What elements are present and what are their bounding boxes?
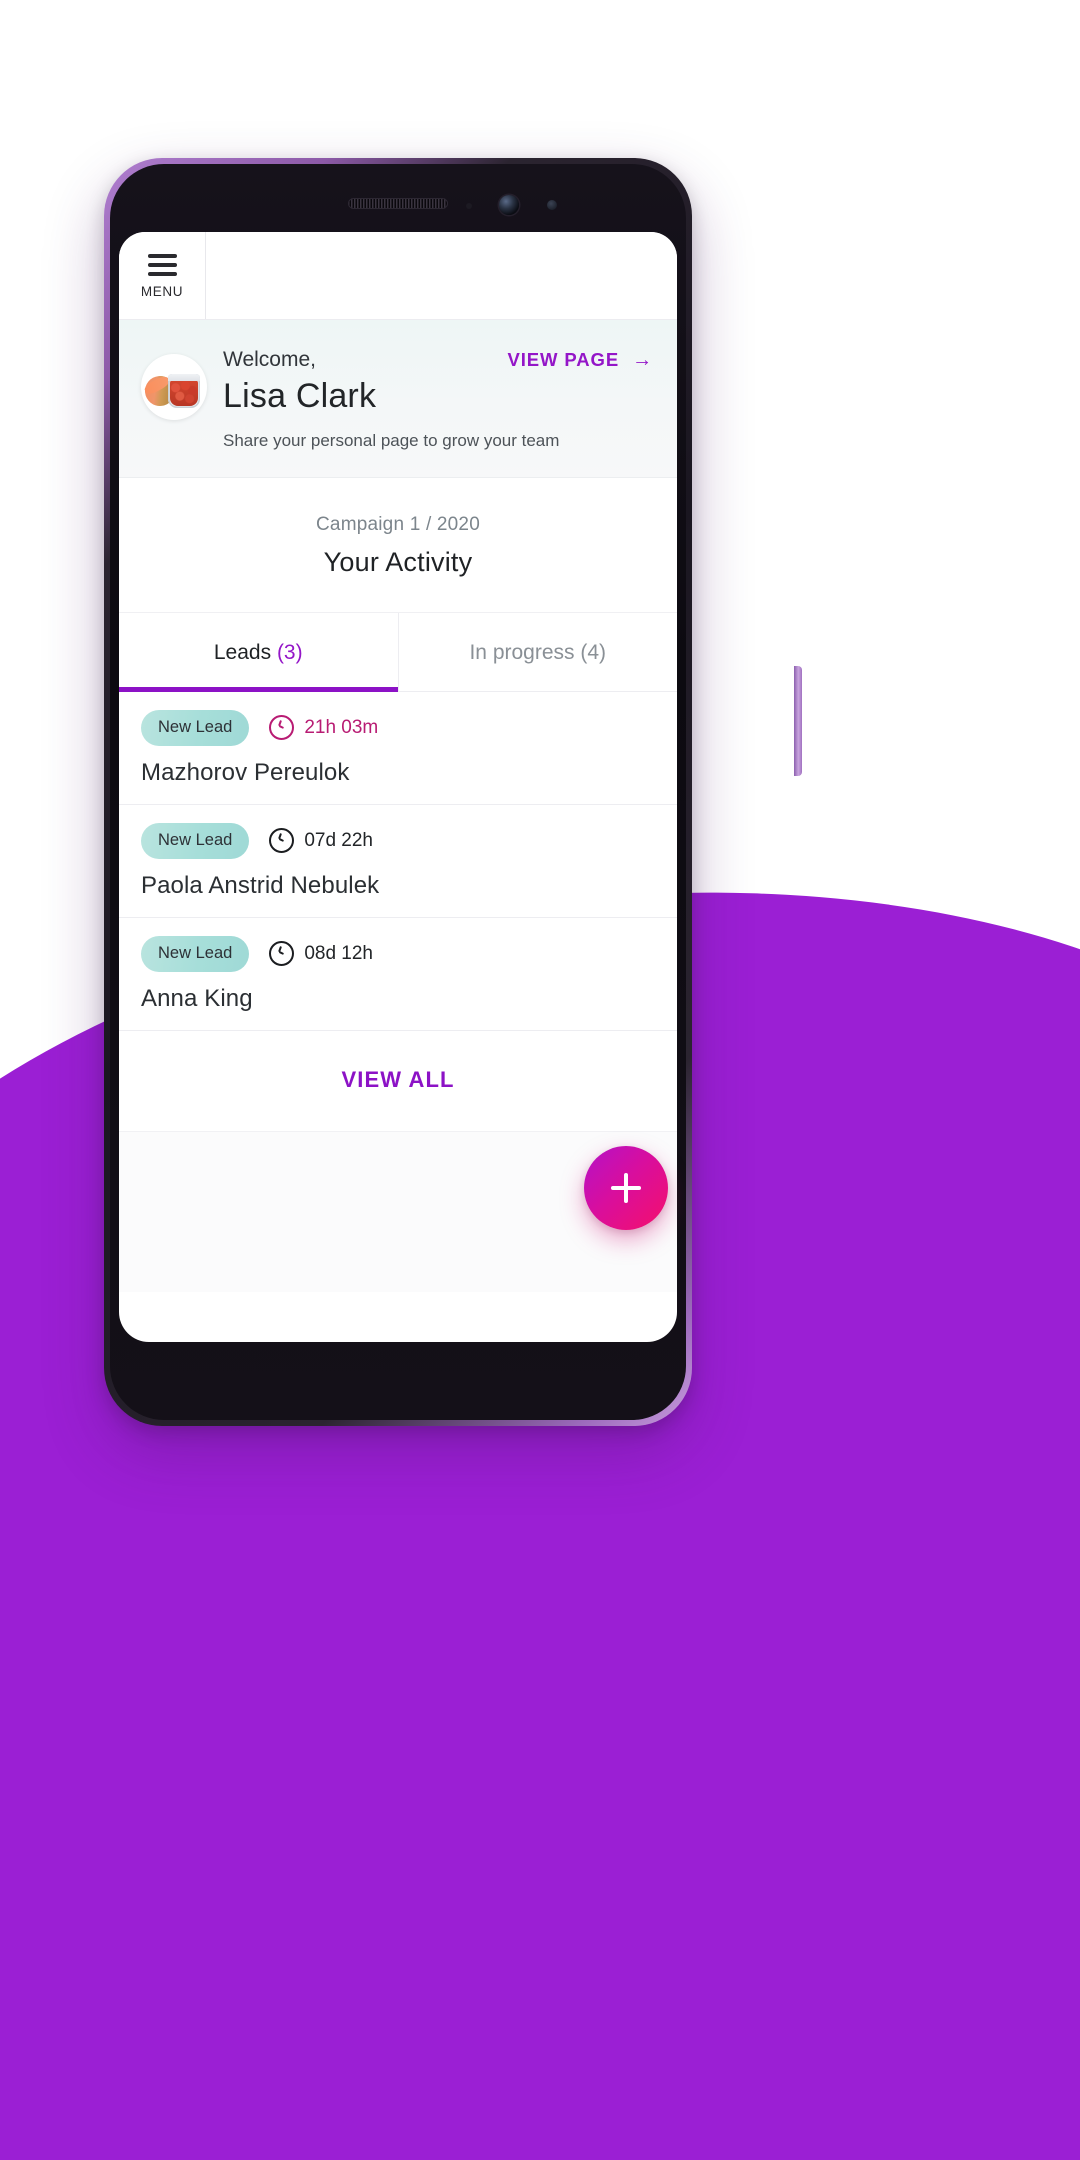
campaign-label: Campaign 1 / 2020 xyxy=(316,513,480,535)
iris-scanner-icon xyxy=(547,200,557,210)
lead-row-meta: New Lead 21h 03m xyxy=(141,709,655,746)
clock-icon xyxy=(269,715,295,741)
welcome-subtitle: Share your personal page to grow your te… xyxy=(223,431,560,451)
hamburger-icon xyxy=(147,253,177,276)
lead-time: 08d 12h xyxy=(304,942,373,964)
lead-time: 21h 03m xyxy=(304,716,379,738)
activity-header: Campaign 1 / 2020 Your Activity xyxy=(119,477,677,613)
lead-name: Mazhorov Pereulok xyxy=(141,758,350,786)
tab-in-progress-label: In progress (4) xyxy=(469,640,607,664)
avatar[interactable] xyxy=(141,354,207,420)
tab-in-progress[interactable]: In progress (4) xyxy=(399,613,678,691)
welcome-card: Welcome, VIEW PAGE → Lisa Clark Share yo… xyxy=(119,320,677,478)
lead-row-meta: New Lead 07d 22h xyxy=(141,822,655,859)
earpiece-speaker-icon xyxy=(348,198,448,209)
view-page-label: VIEW PAGE xyxy=(507,349,620,370)
lead-timer: 21h 03m xyxy=(269,715,379,741)
app-bar: MENU xyxy=(119,232,677,320)
lead-time: 07d 22h xyxy=(304,829,373,851)
welcome-top-row: Welcome, VIEW PAGE → xyxy=(223,346,653,374)
lead-name: Paola Anstrid Nebulek xyxy=(141,871,380,899)
page-title: Your Activity xyxy=(323,546,473,577)
proximity-sensor-icon xyxy=(466,203,472,209)
lead-row[interactable]: New Lead 21h 03m Mazhorov Pereulok xyxy=(119,691,677,805)
lead-timer: 08d 12h xyxy=(269,941,373,967)
clock-icon xyxy=(269,941,295,967)
phone-top-bezel xyxy=(110,164,686,234)
clock-icon xyxy=(269,828,295,854)
front-camera-icon xyxy=(499,195,519,215)
lead-row-meta: New Lead 08d 12h xyxy=(141,935,655,972)
view-all-button[interactable]: VIEW ALL xyxy=(119,1030,677,1132)
tab-leads-count: (3) xyxy=(276,640,303,664)
phone-frame: MENU Welcome, VIEW PAGE → Lisa Clark Sha… xyxy=(104,158,802,1426)
lead-row[interactable]: New Lead 07d 22h Paola Anstrid Nebulek xyxy=(119,804,677,918)
arrow-right-icon: → xyxy=(632,349,653,371)
welcome-greeting: Welcome, xyxy=(223,348,316,371)
menu-button-label: MENU xyxy=(140,283,184,299)
lead-name: Anna King xyxy=(141,984,253,1012)
welcome-text-block: Welcome, VIEW PAGE → Lisa Clark Share yo… xyxy=(223,346,653,453)
phone-bottom-bezel xyxy=(110,1350,686,1420)
lead-row[interactable]: New Lead 08d 12h Anna King xyxy=(119,917,677,1031)
status-badge: New Lead xyxy=(141,935,250,972)
add-button[interactable] xyxy=(584,1146,668,1230)
tab-bar: Leads (3) In progress (4) xyxy=(119,612,678,692)
status-badge: New Lead xyxy=(141,822,250,859)
lead-timer: 07d 22h xyxy=(269,828,373,854)
view-page-link[interactable]: VIEW PAGE → xyxy=(508,349,653,371)
tab-leads[interactable]: Leads (3) xyxy=(119,612,399,692)
phone-body: MENU Welcome, VIEW PAGE → Lisa Clark Sha… xyxy=(110,164,686,1420)
menu-button[interactable]: MENU xyxy=(119,232,206,320)
tab-leads-label: Leads xyxy=(213,640,277,664)
phone-button-power[interactable] xyxy=(794,666,802,776)
plus-icon-vertical xyxy=(623,1173,629,1203)
screenshot-root: MENU Welcome, VIEW PAGE → Lisa Clark Sha… xyxy=(0,0,1080,2160)
cosmetic-jar-icon xyxy=(168,374,200,408)
user-name: Lisa Clark xyxy=(223,377,377,416)
status-badge: New Lead xyxy=(141,709,250,746)
